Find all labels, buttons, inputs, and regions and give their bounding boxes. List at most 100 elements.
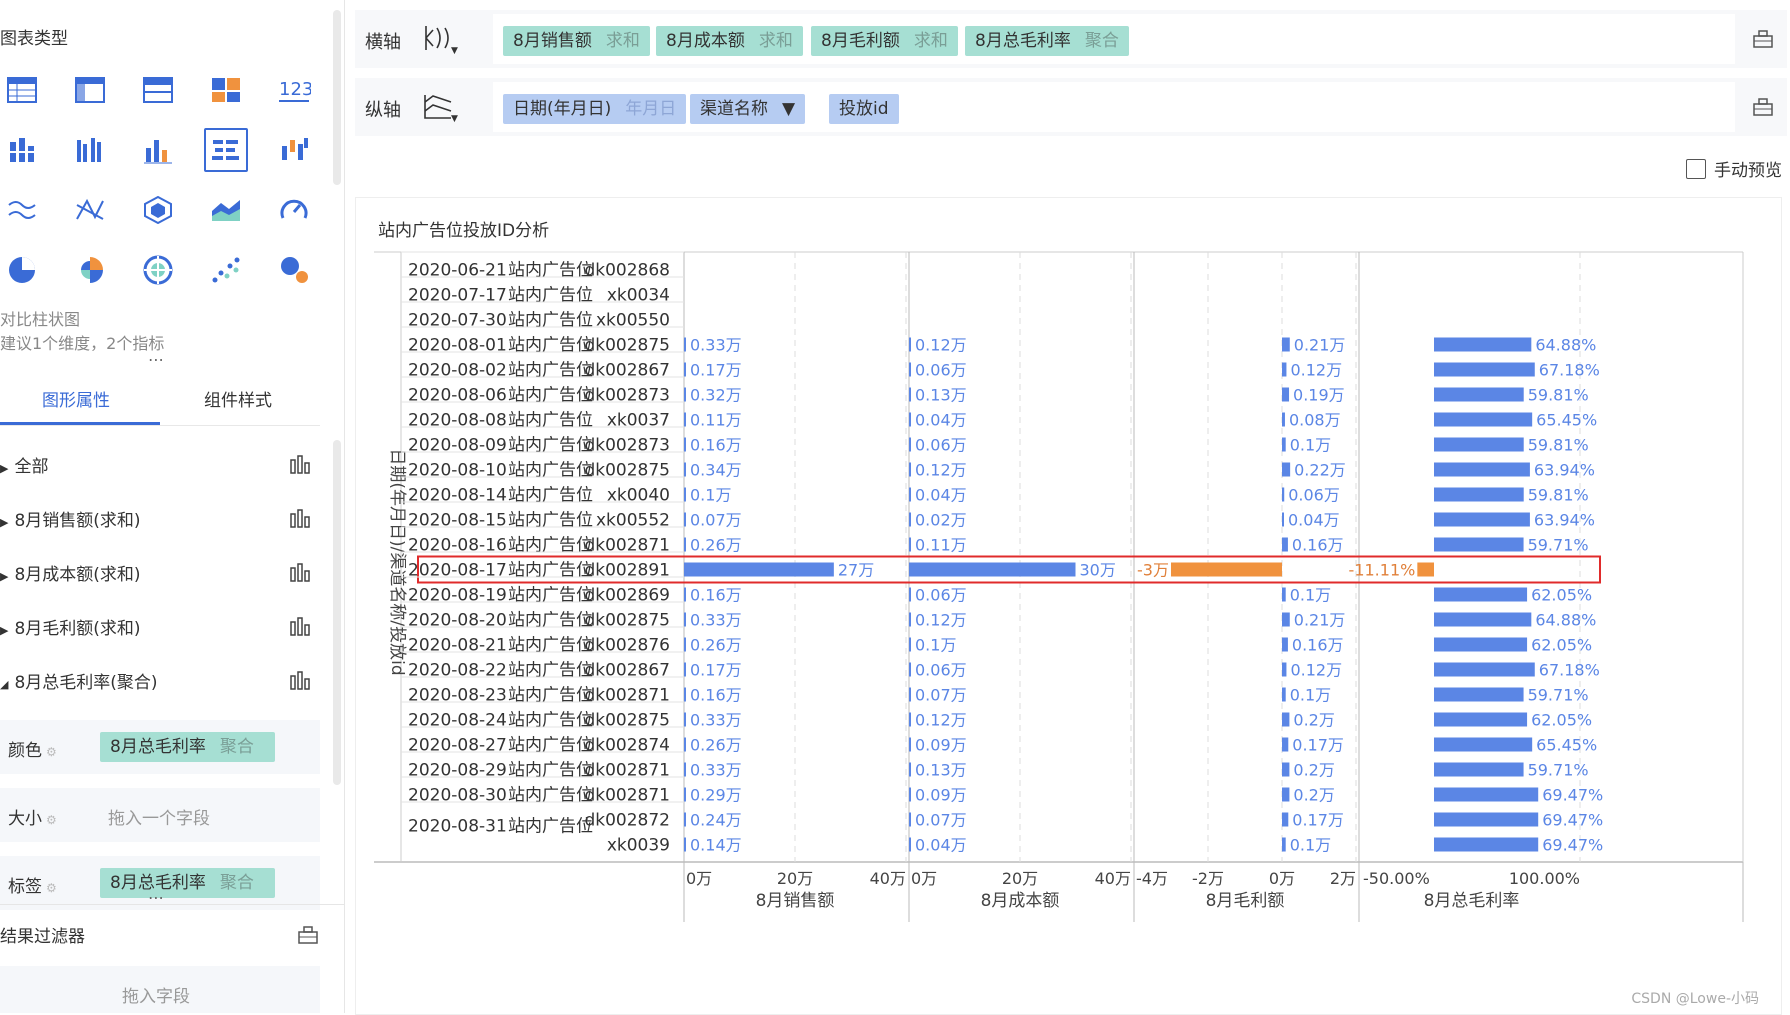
resize-handle-icon[interactable]: ⋯ [148,350,166,369]
detail-table-icon[interactable] [136,68,180,112]
size-drop-zone[interactable]: 拖入一个字段 [108,804,210,829]
x-field-cost[interactable]: 8月成本额 求和 [656,26,803,56]
bar-label-profit: 0.19万 [1293,386,1345,405]
chart-hint-desc: 建议1个维度，2个指标 [0,334,165,353]
x-tick-label: 0万 [911,869,937,888]
x-field-sales[interactable]: 8月销售额 求和 [503,26,650,56]
radar-icon[interactable] [136,188,180,232]
x-field-margin-rate[interactable]: 8月总毛利率 聚合 [965,26,1129,56]
bar-chart-icon[interactable] [290,508,310,532]
x-field-profit[interactable]: 8月毛利额 求和 [811,26,958,56]
treemap-icon[interactable] [204,68,248,112]
bar-profit [1282,412,1285,427]
bar-label-sales: 0.16万 [690,436,742,455]
box-icon[interactable] [298,926,318,948]
bar-profit [1282,387,1290,402]
x-axis-sort-icon[interactable] [423,24,451,56]
filter-drop-zone[interactable]: 拖入字段 [0,966,320,1013]
pie-chart-icon[interactable] [0,248,44,292]
multi-pie-icon[interactable] [136,248,180,292]
cross-table-icon[interactable] [68,68,112,112]
range-column-icon[interactable] [272,128,316,172]
x-axis-panel-title: 8月成本额 [981,891,1060,911]
row-id: dk002872 [584,811,670,831]
bar-chart-icon[interactable] [290,670,310,694]
bar-label-rate: 59.71% [1528,536,1589,555]
color-label: 颜色 [8,741,42,761]
wave-line-icon[interactable] [0,188,44,232]
bar-profit [1282,837,1286,852]
bar-profit [1282,812,1289,827]
tabs-divider [0,425,320,426]
manual-preview[interactable]: 手动预览 [1686,156,1782,181]
gear-icon[interactable]: ⚙ [46,813,57,827]
number-kpi-icon[interactable]: 123 [272,68,316,112]
caret-down-icon[interactable]: ▼ [451,46,458,56]
caret-right-icon: ▶ [0,570,9,583]
bar-profit [1282,637,1288,652]
y-field-id[interactable]: 投放id [829,94,899,124]
scrollbar-top[interactable] [333,10,341,185]
gear-icon[interactable]: ⚙ [46,881,57,895]
tag-field-chip[interactable]: 8月总毛利率 聚合 [100,868,275,898]
tab-graphic-properties[interactable]: 图形属性 [42,386,110,411]
color-field-chip[interactable]: 8月总毛利率 聚合 [100,732,275,762]
stacked-column-icon[interactable] [0,128,44,172]
bar-label-rate: 69.47% [1542,786,1603,805]
y-axis-drop-zone[interactable]: 日期(年月日) 年月日 渠道名称 ▼ 投放id [493,82,1735,132]
prop-sales[interactable]: ▶ 8月销售额(求和) [0,506,141,531]
bar-cost [909,837,911,852]
x-tick-label: 40万 [1095,869,1131,888]
scrollbar-bottom[interactable] [333,440,341,785]
grouped-column-icon[interactable] [68,128,112,172]
cross-line-icon[interactable] [68,188,112,232]
bar-label-cost: 0.06万 [915,586,967,605]
filter-icon[interactable]: ▼ [782,99,795,119]
x-axis-panel-title: 8月毛利额 [1206,891,1285,911]
bar-label-profit: 0.08万 [1289,411,1341,430]
box-icon[interactable] [1753,30,1773,52]
row-channel: 站内广告位 [508,817,593,837]
bar-chart-icon[interactable] [290,562,310,586]
bar-label-sales: 0.26万 [690,736,742,755]
bar-profit [1282,512,1284,527]
gear-icon[interactable]: ⚙ [46,745,57,759]
contrast-bar-icon[interactable] [204,128,248,172]
tab-component-style[interactable]: 组件样式 [204,386,272,411]
bar-label-cost: 0.04万 [915,486,967,505]
bar-rate [1434,812,1539,827]
bubble-icon[interactable] [272,248,316,292]
bar-chart-icon[interactable] [290,616,310,640]
bar-label-profit: 0.1万 [1290,836,1331,855]
bar-label-sales: 0.07万 [690,511,742,530]
y-axis-sort-icon[interactable] [423,92,453,124]
bar-label-cost: 0.1万 [915,636,956,655]
bar-label-cost: 0.12万 [915,611,967,630]
table-icon[interactable] [0,68,44,112]
manual-preview-checkbox[interactable] [1686,158,1706,179]
y-field-date[interactable]: 日期(年月日) 年月日 [503,94,687,124]
prop-profit[interactable]: ▶ 8月毛利额(求和) [0,614,141,639]
bar-label-sales: 0.33万 [690,761,742,780]
x-axis-drop-zone[interactable]: 8月销售额 求和 8月成本额 求和 8月毛利额 求和 8月总毛利率 聚合 [493,14,1735,64]
caret-down-icon[interactable]: ▼ [451,114,458,124]
bar-cost [909,387,911,402]
prop-all[interactable]: ▶ 全部 [0,452,48,477]
bar-chart-icon[interactable] [290,454,310,478]
bar-cost [909,787,911,802]
box-icon[interactable] [1753,98,1773,120]
column-chart-icon[interactable] [136,128,180,172]
prop-margin-rate[interactable]: ◢ 8月总毛利率(聚合) [0,668,158,693]
area-chart-icon[interactable] [204,188,248,232]
gauge-icon[interactable] [272,188,316,232]
main-area: 横轴 ▼ 8月销售额 求和 8月成本额 求和 8月毛利额 求和 8月总毛利率 聚合 纵轴… [345,0,1790,1015]
bar-label-cost: 0.06万 [915,436,967,455]
scatter-icon[interactable] [204,248,248,292]
bar-label-rate: 63.94% [1534,461,1595,480]
y-field-channel[interactable]: 渠道名称 ▼ [690,94,806,124]
rose-chart-icon[interactable] [68,248,112,292]
caret-right-icon: ▶ [0,516,9,529]
prop-cost[interactable]: ▶ 8月成本额(求和) [0,560,141,585]
bar-label-sales: 0.33万 [690,336,742,355]
bar-label-sales: 0.29万 [690,786,742,805]
